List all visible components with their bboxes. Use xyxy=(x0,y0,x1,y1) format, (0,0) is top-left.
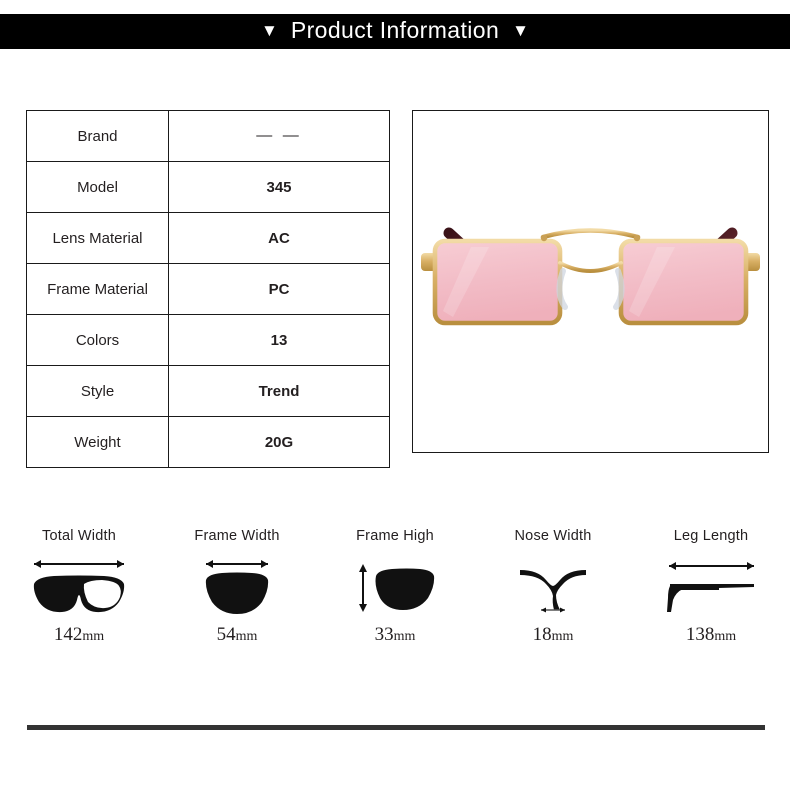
measurement-unit: mm xyxy=(82,629,105,644)
triangle-left-icon: ▼ xyxy=(261,21,278,40)
spec-label-lens-material: Lens Material xyxy=(26,212,169,264)
table-row: Weight 20G xyxy=(26,416,390,468)
measurement-diagram xyxy=(192,548,282,622)
measurement-number: 18 xyxy=(532,624,552,645)
measurement-label: Total Width xyxy=(42,528,116,544)
spec-label-weight: Weight xyxy=(26,416,169,468)
measurement-value: 18mm xyxy=(533,624,574,646)
measurement-frame-width: Frame Width 54mm xyxy=(158,528,316,668)
page-header-inner: ▼ Product Information ▼ xyxy=(261,17,529,44)
table-row: Model 345 xyxy=(26,161,390,213)
table-row: Frame Material PC xyxy=(26,263,390,315)
measurement-frame-high: Frame High 33mm xyxy=(316,528,474,668)
measurement-number: 142 xyxy=(53,624,83,645)
spec-value-frame-material: PC xyxy=(168,263,390,315)
measurement-diagram xyxy=(350,548,440,622)
measurement-label: Frame Width xyxy=(194,528,280,544)
measurement-unit: mm xyxy=(551,629,574,644)
spec-value-weight: 20G xyxy=(168,416,390,468)
spec-value-style: Trend xyxy=(168,365,390,417)
measurement-label: Frame High xyxy=(356,528,434,544)
spec-label-model: Model xyxy=(26,161,169,213)
measurement-unit: mm xyxy=(714,629,737,644)
page-header-bar: ▼ Product Information ▼ xyxy=(0,14,790,49)
full-frame-icon xyxy=(33,560,125,613)
measurement-unit: mm xyxy=(235,629,258,644)
measurement-unit: mm xyxy=(393,629,416,644)
table-row: Brand — — xyxy=(26,110,390,162)
measurement-label: Nose Width xyxy=(514,528,592,544)
triangle-right-icon: ▼ xyxy=(512,21,529,40)
spec-value-brand: — — xyxy=(168,110,390,162)
spec-value-lens-material: AC xyxy=(168,212,390,264)
spec-value-colors: 13 xyxy=(168,314,390,366)
page-title: Product Information xyxy=(290,17,500,43)
measurement-diagram xyxy=(659,548,764,622)
single-lens-width-icon xyxy=(205,560,269,614)
bottom-divider xyxy=(27,725,765,730)
measurement-value: 142mm xyxy=(54,624,104,646)
spec-value-brand-text: — — xyxy=(256,127,302,144)
table-row: Lens Material AC xyxy=(26,212,390,264)
spec-label-brand: Brand xyxy=(26,110,169,162)
measurement-diagram xyxy=(24,548,134,622)
measurement-leg-length: Leg Length 138mm xyxy=(632,528,790,668)
measurement-number: 138 xyxy=(685,624,715,645)
product-photo-panel xyxy=(412,110,769,453)
spec-label-style: Style xyxy=(26,365,169,417)
spec-label-frame-material: Frame Material xyxy=(26,263,169,315)
single-lens-height-icon xyxy=(359,564,435,612)
spec-label-colors: Colors xyxy=(26,314,169,366)
nose-bridge-icon xyxy=(520,570,586,613)
measurements-strip: Total Width 142mm Frame Width 54mm Frame… xyxy=(0,528,790,668)
measurement-value: 33mm xyxy=(375,624,416,646)
measurement-number: 33 xyxy=(374,624,394,645)
measurement-number: 54 xyxy=(216,624,236,645)
measurement-nose-width: Nose Width 18mm xyxy=(474,528,632,668)
specification-table-body: Brand — — Model 345 Lens Material AC Fra… xyxy=(26,110,390,468)
measurement-value: 138mm xyxy=(686,624,736,646)
table-row: Colors 13 xyxy=(26,314,390,366)
sunglasses-product-image xyxy=(413,111,768,452)
measurement-label: Leg Length xyxy=(673,528,749,544)
table-row: Style Trend xyxy=(26,365,390,417)
temple-arm-icon xyxy=(666,562,754,612)
measurement-value: 54mm xyxy=(217,624,258,646)
measurement-diagram xyxy=(508,548,598,622)
spec-value-model: 345 xyxy=(168,161,390,213)
specification-table: Brand — — Model 345 Lens Material AC Fra… xyxy=(26,110,390,468)
measurement-total-width: Total Width 142mm xyxy=(0,528,158,668)
